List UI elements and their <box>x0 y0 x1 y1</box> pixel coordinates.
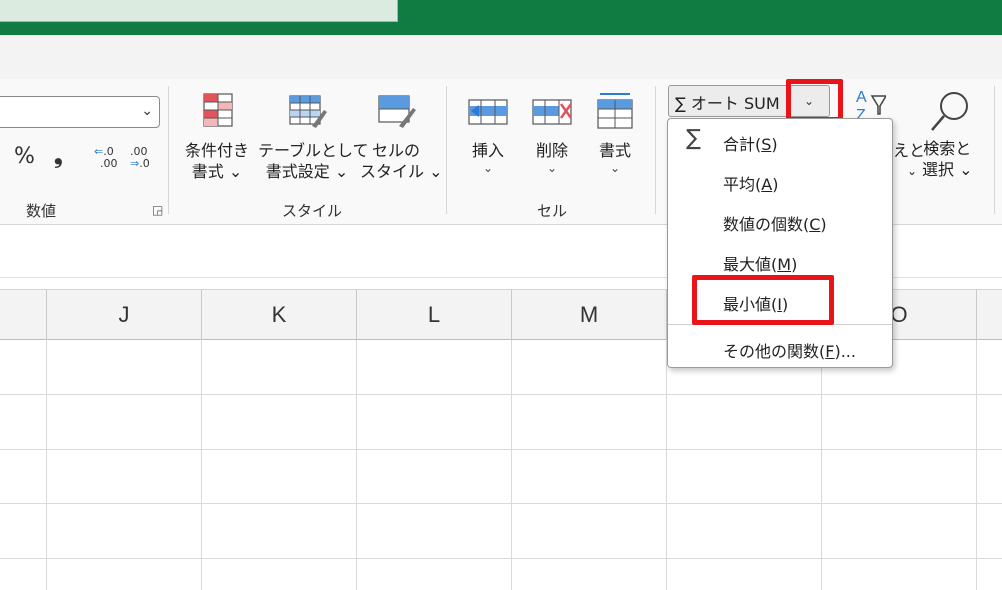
menu-item-label-end: ) <box>772 175 779 194</box>
accelerator-key: M <box>777 255 792 274</box>
menu-item-label-end: )... <box>834 342 856 361</box>
grid-line <box>46 340 47 590</box>
autosum-dropdown-menu: ∑ 合計(S) 平均(A) 数値の個数(C) 最大値(M) 最小値(I) その他… <box>667 118 893 368</box>
format-label: 書式 <box>598 141 631 160</box>
menu-item-sum[interactable]: ∑ 合計(S) <box>668 121 892 161</box>
cells-group-label: セル <box>537 202 568 220</box>
column-header-k[interactable]: K <box>201 290 356 340</box>
cell-styles-icon <box>378 95 416 128</box>
menu-item-label-end: ) <box>791 255 798 274</box>
delete-label: 削除 <box>535 141 568 160</box>
group-divider <box>168 86 169 214</box>
conditional-formatting-label-2: 書式 ⌄ <box>191 162 243 181</box>
find-select-label-2: 選択 ⌄ <box>922 160 973 179</box>
column-header-l[interactable]: L <box>356 290 511 340</box>
delete-cells-button[interactable]: 削除 ⌄ <box>527 92 577 175</box>
accelerator-key: A <box>761 175 773 194</box>
grid-line <box>976 340 977 590</box>
number-group-label: 数値 <box>26 202 57 220</box>
autosum-label: ∑ オート SUM <box>675 94 780 113</box>
column-header-m[interactable]: M <box>511 290 666 340</box>
grid-line <box>356 340 357 590</box>
chevron-down-icon: ⌄ <box>141 103 153 119</box>
comma-style-button[interactable]: ❟ <box>54 144 63 169</box>
chevron-down-icon: ⌄ <box>609 161 621 175</box>
accelerator-key: S <box>761 135 772 154</box>
format-as-table-label-1: テーブルとして <box>258 141 369 160</box>
grid-line <box>0 558 1002 559</box>
grid-line <box>201 340 202 590</box>
menu-item-label: 最大値( <box>723 255 778 274</box>
format-cells-icon <box>597 93 633 129</box>
menu-item-average[interactable]: 平均(A) <box>668 161 892 201</box>
grid-line <box>0 503 1002 504</box>
menu-item-label: その他の関数( <box>723 342 826 361</box>
sigma-icon: ∑ <box>686 126 701 151</box>
conditional-formatting-button[interactable]: 条件付き 書式 ⌄ <box>182 92 252 182</box>
chevron-down-icon: ⌄ <box>907 164 918 178</box>
decimal-digits: .00 <box>100 157 118 170</box>
find-select-label-1: 検索と <box>923 139 972 158</box>
svg-text:A: A <box>856 89 867 106</box>
magnifier-icon <box>931 92 969 131</box>
insert-cells-button[interactable]: 挿入 ⌄ <box>463 92 513 175</box>
accelerator-key: C <box>809 215 821 234</box>
style-group-label: スタイル <box>282 202 343 220</box>
grid-line <box>666 340 667 590</box>
chevron-down-icon: ⌄ <box>482 161 494 175</box>
insert-label: 挿入 <box>471 141 504 160</box>
format-as-table-icon <box>289 95 327 128</box>
cell-styles-label-2: スタイル ⌄ <box>360 162 443 181</box>
cell-styles-label-1: セルの <box>371 141 420 160</box>
increase-decimal-button[interactable]: ⇐.0 .00 <box>94 146 118 170</box>
format-cells-button[interactable]: 書式 ⌄ <box>590 92 640 175</box>
group-divider <box>655 86 656 214</box>
menu-item-more-functions[interactable]: その他の関数(F)... <box>668 328 892 368</box>
decrease-decimal-button[interactable]: .00 ⇒.0 <box>130 146 150 170</box>
group-divider <box>446 86 447 214</box>
highlight-box-autosum-dropdown <box>786 79 843 122</box>
conditional-formatting-icon <box>203 93 233 127</box>
chevron-down-icon: ⌄ <box>546 161 558 175</box>
menu-item-label: 合計( <box>723 135 762 154</box>
highlight-box-min-item <box>692 275 834 325</box>
right-arrow-icon: ⇒ <box>130 157 140 170</box>
menu-item-count-numbers[interactable]: 数値の個数(C) <box>668 201 892 241</box>
ribbon-tab-strip <box>0 35 1002 79</box>
column-header-j[interactable]: J <box>46 290 201 340</box>
menu-item-label-end: ) <box>771 135 778 154</box>
sort-filter-button[interactable]: えと ⌄ <box>893 140 925 182</box>
find-select-button[interactable]: 検索と 選択 ⌄ <box>922 90 973 180</box>
conditional-formatting-label-1: 条件付き <box>184 141 249 160</box>
menu-item-label: 平均( <box>723 175 762 194</box>
delete-cells-icon <box>532 99 573 125</box>
number-format-select[interactable]: ⌄ <box>0 96 160 128</box>
format-as-table-button[interactable]: テーブルとして 書式設定 ⌄ <box>258 92 369 182</box>
group-divider <box>994 86 995 214</box>
column-header-p[interactable] <box>976 290 1002 340</box>
percent-style-button[interactable]: % <box>14 144 35 169</box>
insert-cells-icon <box>468 99 508 125</box>
title-bar <box>0 0 1002 35</box>
cell-styles-button[interactable]: セルの スタイル ⌄ <box>360 92 443 182</box>
menu-item-label: 数値の個数( <box>723 215 810 234</box>
sort-filter-label: えと <box>893 141 926 160</box>
grid-line <box>0 449 1002 450</box>
format-as-table-label-2: 書式設定 ⌄ <box>265 162 349 181</box>
grid-line <box>821 340 822 590</box>
menu-item-label-end: ) <box>820 215 827 234</box>
decimal-digits: .0 <box>139 157 150 170</box>
grid-line <box>0 394 1002 395</box>
title-search-box[interactable] <box>0 0 398 22</box>
dialog-launcher-icon[interactable]: ◲ <box>152 203 163 217</box>
grid-line <box>511 340 512 590</box>
